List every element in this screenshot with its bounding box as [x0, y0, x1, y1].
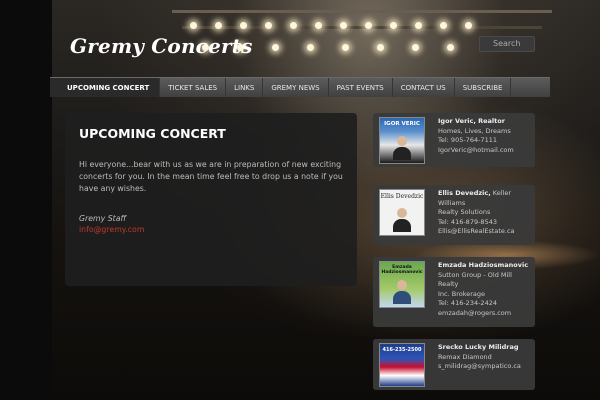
sponsor-name: Igor Veric, Realtor	[438, 117, 505, 125]
page-title: UPCOMING CONCERT	[79, 126, 226, 141]
sponsor-card[interactable]: 416-235-2500 Srecko Lucky Milidrag Remax…	[373, 339, 535, 390]
photo-caption: Emzada Hadziosmanovic	[381, 265, 423, 275]
nav-item-gremy-news[interactable]: GREMY NEWS	[263, 78, 329, 97]
stage-light	[342, 44, 349, 51]
nav-item-upcoming-concert[interactable]: UPCOMING CONCERT	[50, 78, 161, 97]
sponsor-photo[interactable]: 416-235-2500	[379, 343, 425, 387]
sponsor-info: Emzada Hadziosmanovic Sutton Group - Old…	[438, 261, 530, 318]
sponsor-email[interactable]: s_milidrag@sympatico.ca	[438, 362, 530, 372]
stage-light	[412, 44, 419, 51]
sponsor-line: Homes, Lives, Dreams	[438, 126, 511, 135]
sponsor-info: Ellis Devedzic, Keller Williams Realty S…	[438, 189, 530, 237]
sponsor-phone: Tel: 416-879-8543	[438, 217, 497, 226]
stage-truss	[182, 26, 542, 29]
sponsor-card[interactable]: IGOR VERIC Igor Veric, Realtor Homes, Li…	[373, 113, 535, 167]
sponsor-name: Ellis Devedzic,	[438, 189, 491, 197]
sponsor-email[interactable]: IgorVeric@hotmail.com	[438, 146, 530, 156]
stage-light	[440, 22, 447, 29]
stage-light	[390, 22, 397, 29]
content-panel: UPCOMING CONCERT Hi everyone...bear with…	[65, 113, 357, 286]
stage-light	[272, 44, 279, 51]
nav-item-subscribe[interactable]: SUBSCRIBE	[455, 78, 512, 97]
sponsor-email[interactable]: emzadah@rogers.com	[438, 309, 530, 319]
sponsor-line: Sutton Group - Old Mill Realty	[438, 270, 512, 289]
sponsor-line: Remax Diamond	[438, 352, 492, 361]
person-icon	[393, 136, 411, 160]
sponsor-photo[interactable]: IGOR VERIC	[379, 117, 425, 164]
sponsor-line: Inc. Brokerage	[438, 289, 486, 298]
stage-light	[290, 22, 297, 29]
nav-item-past-events[interactable]: PAST EVENTS	[329, 78, 393, 97]
contact-email-link[interactable]: info@gremy.com	[79, 224, 343, 235]
search-input[interactable]: Search	[479, 36, 535, 52]
photo-caption: IGOR VERIC	[384, 121, 420, 127]
sponsor-name: Emzada Hadziosmanovic	[438, 261, 529, 269]
nav-item-contact-us[interactable]: CONTACT US	[393, 78, 455, 97]
sponsor-phone: Tel: 416-234-2424	[438, 299, 497, 307]
stage-light	[307, 44, 314, 51]
sponsor-phone: Tel: 905-764-7111	[438, 136, 497, 144]
stage-truss	[172, 10, 552, 13]
person-icon	[393, 208, 411, 232]
photo-caption: 416-235-2500	[382, 347, 422, 353]
sponsor-photo[interactable]: Ellis Devedzic	[379, 189, 425, 236]
stage-light	[377, 44, 384, 51]
site-logo[interactable]: Gremy Concerts	[70, 34, 253, 58]
photo-caption: Ellis Devedzic	[380, 193, 424, 200]
sponsor-email[interactable]: Ellis@EllisRealEstate.ca	[438, 227, 530, 237]
stage-light	[315, 22, 322, 29]
stage-light	[240, 22, 247, 29]
signature: Gremy Staff	[79, 214, 127, 223]
sponsor-info: Igor Veric, Realtor Homes, Lives, Dreams…	[438, 117, 530, 155]
nav-item-links[interactable]: LINKS	[226, 78, 264, 97]
sponsor-photo[interactable]: Emzada Hadziosmanovic	[379, 261, 425, 308]
sponsor-line: Realty Solutions	[438, 208, 491, 216]
sponsor-card[interactable]: Ellis Devedzic Ellis Devedzic, Keller Wi…	[373, 185, 535, 245]
person-icon	[393, 280, 411, 304]
main-nav: UPCOMING CONCERT TICKET SALES LINKS GREM…	[50, 77, 550, 97]
stage-light	[215, 22, 222, 29]
intro-text: Hi everyone...bear with us as we are in …	[79, 160, 343, 193]
stage-light	[265, 22, 272, 29]
sponsor-card[interactable]: Emzada Hadziosmanovic Emzada Hadziosmano…	[373, 257, 535, 327]
sponsor-name: Srecko Lucky Milidrag	[438, 343, 519, 351]
sponsor-info: Srecko Lucky Milidrag Remax Diamond s_mi…	[438, 343, 530, 372]
stage-light	[415, 22, 422, 29]
stage-light	[447, 44, 454, 51]
nav-item-ticket-sales[interactable]: TICKET SALES	[160, 78, 227, 97]
stage-light	[365, 22, 372, 29]
stage-light	[190, 22, 197, 29]
stage-light	[465, 22, 472, 29]
stage-light	[340, 22, 347, 29]
